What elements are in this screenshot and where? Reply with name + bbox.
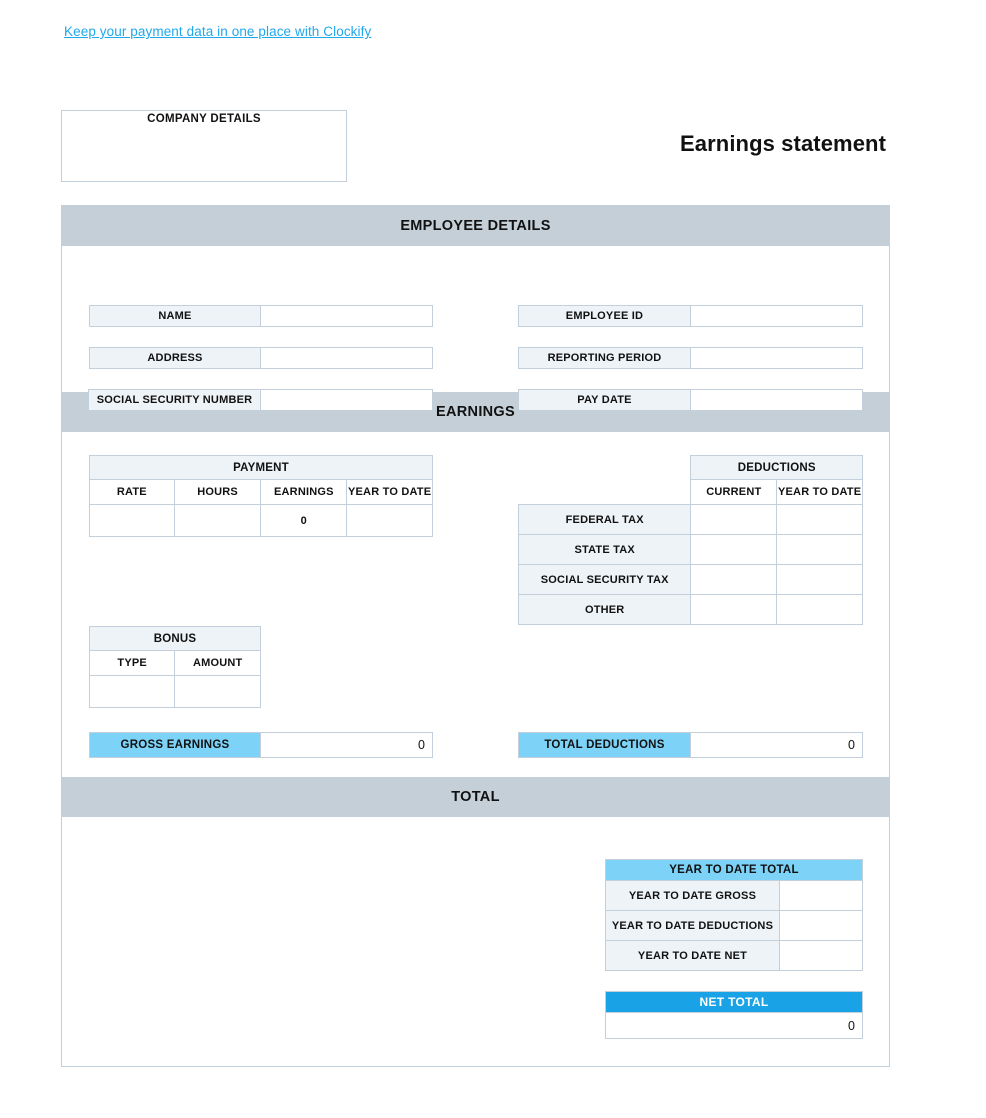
field-value-employee-id[interactable] (691, 305, 863, 327)
deductions-col-current: CURRENT (690, 479, 778, 505)
deductions-label-federal-tax: FEDERAL TAX (517, 504, 692, 535)
deductions-table-header-row: CURRENT YEAR TO DATE (519, 479, 863, 505)
payment-cell-year-to-date[interactable] (346, 504, 433, 537)
ytd-label-deductions: YEAR TO DATE DEDUCTIONS (605, 910, 780, 941)
deductions-ytd-other[interactable] (776, 594, 863, 625)
table-row[interactable]: OTHER (517, 594, 863, 625)
deductions-table: DEDUCTIONS CURRENT YEAR TO DATE FEDERAL … (517, 455, 863, 625)
payment-col-earnings: EARNINGS (260, 479, 348, 505)
net-total-table: NET TOTAL 0 (605, 991, 863, 1039)
deductions-ytd-federal-tax[interactable] (776, 504, 863, 535)
year-to-date-total-caption: YEAR TO DATE TOTAL (605, 859, 863, 881)
ytd-value-gross[interactable] (779, 880, 863, 911)
field-value-social-security-number[interactable] (261, 389, 433, 411)
ytd-label-net: YEAR TO DATE NET (605, 940, 780, 971)
table-row[interactable]: YEAR TO DATE NET (605, 940, 863, 971)
gross-earnings-row[interactable]: GROSS EARNINGS 0 (89, 732, 433, 758)
field-value-address[interactable] (261, 347, 433, 369)
deductions-current-social-security-tax[interactable] (690, 564, 778, 595)
ytd-value-net[interactable] (779, 940, 863, 971)
bonus-col-amount: AMOUNT (174, 650, 261, 676)
gross-earnings-label: GROSS EARNINGS (89, 732, 261, 758)
section-header-total: TOTAL (62, 777, 889, 817)
payment-table-caption: PAYMENT (89, 455, 433, 480)
deductions-current-state-tax[interactable] (690, 534, 778, 565)
field-label-name: NAME (89, 305, 261, 327)
deductions-label-state-tax: STATE TAX (517, 534, 692, 565)
field-row-employee-id[interactable]: EMPLOYEE ID (518, 305, 863, 327)
section-header-employee-details: EMPLOYEE DETAILS (62, 206, 889, 246)
payment-cell-earnings[interactable]: 0 (260, 504, 348, 537)
field-row-name[interactable]: NAME (89, 305, 433, 327)
deductions-label-social-security-tax: SOCIAL SECURITY TAX (517, 564, 692, 595)
payment-col-rate: RATE (89, 479, 175, 505)
field-value-pay-date[interactable] (691, 389, 863, 411)
ytd-label-gross: YEAR TO DATE GROSS (605, 880, 780, 911)
field-row-social-security-number[interactable]: SOCIAL SECURITY NUMBER (88, 389, 433, 411)
field-label-pay-date: PAY DATE (518, 389, 691, 411)
page-title: Earnings statement (680, 131, 886, 156)
bonus-col-type: TYPE (88, 650, 176, 676)
clockify-promo-link[interactable]: Keep your payment data in one place with… (64, 24, 371, 39)
payment-col-hours: HOURS (173, 479, 262, 505)
total-deductions-label: TOTAL DEDUCTIONS (518, 732, 691, 758)
bonus-table-header-row: TYPE AMOUNT (88, 650, 261, 676)
total-deductions-row[interactable]: TOTAL DEDUCTIONS 0 (518, 732, 863, 758)
bonus-cell-amount[interactable] (174, 675, 261, 708)
field-value-reporting-period[interactable] (691, 347, 863, 369)
field-row-pay-date[interactable]: PAY DATE (518, 389, 863, 411)
bonus-table-caption: BONUS (89, 626, 261, 651)
bonus-table: BONUS TYPE AMOUNT (88, 626, 261, 708)
field-label-social-security-number: SOCIAL SECURITY NUMBER (88, 389, 261, 411)
field-value-name[interactable] (261, 305, 433, 327)
deductions-col-year-to-date: YEAR TO DATE (776, 479, 863, 505)
company-details-label: COMPANY DETAILS (147, 113, 261, 125)
payment-cell-hours[interactable] (173, 504, 262, 537)
gross-earnings-value[interactable]: 0 (261, 732, 433, 758)
table-row[interactable]: YEAR TO DATE GROSS (605, 880, 863, 911)
earnings-statement-document: EMPLOYEE DETAILS NAME ADDRESS SOCIAL SEC… (61, 205, 890, 1067)
bonus-cell-type[interactable] (88, 675, 176, 708)
table-row[interactable]: YEAR TO DATE DEDUCTIONS (605, 910, 863, 941)
deductions-table-caption: DEDUCTIONS (690, 455, 863, 480)
deductions-ytd-state-tax[interactable] (776, 534, 863, 565)
payment-cell-rate[interactable] (89, 504, 175, 537)
deductions-spacer (519, 456, 691, 480)
ytd-value-deductions[interactable] (779, 910, 863, 941)
deductions-current-federal-tax[interactable] (690, 504, 778, 535)
table-row[interactable]: FEDERAL TAX (517, 504, 863, 535)
deductions-ytd-social-security-tax[interactable] (776, 564, 863, 595)
deductions-spacer-2 (519, 480, 691, 505)
field-label-reporting-period: REPORTING PERIOD (518, 347, 691, 369)
bonus-table-row[interactable] (88, 675, 261, 708)
total-deductions-value[interactable]: 0 (691, 732, 863, 758)
table-row[interactable]: STATE TAX (517, 534, 863, 565)
employee-details-body: NAME ADDRESS SOCIAL SECURITY NUMBER EMPL… (62, 246, 889, 411)
field-label-employee-id: EMPLOYEE ID (518, 305, 691, 327)
year-to-date-total-table: YEAR TO DATE TOTAL YEAR TO DATE GROSS YE… (605, 859, 863, 971)
field-row-reporting-period[interactable]: REPORTING PERIOD (518, 347, 863, 369)
net-total-caption: NET TOTAL (605, 991, 863, 1013)
table-row[interactable]: SOCIAL SECURITY TAX (517, 564, 863, 595)
deductions-label-other: OTHER (517, 594, 692, 625)
table-row[interactable]: 0 (605, 1012, 863, 1039)
payment-table-row[interactable]: 0 (89, 504, 433, 537)
field-row-address[interactable]: ADDRESS (89, 347, 433, 369)
total-body: YEAR TO DATE TOTAL YEAR TO DATE GROSS YE… (62, 817, 889, 1063)
earnings-body: PAYMENT RATE HOURS EARNINGS YEAR TO DATE… (62, 432, 889, 777)
field-label-address: ADDRESS (89, 347, 261, 369)
payment-table-header-row: RATE HOURS EARNINGS YEAR TO DATE (89, 479, 433, 505)
company-details-box[interactable]: COMPANY DETAILS (61, 110, 347, 182)
payment-table: PAYMENT RATE HOURS EARNINGS YEAR TO DATE… (89, 455, 433, 537)
net-total-value[interactable]: 0 (605, 1012, 863, 1039)
deductions-current-other[interactable] (690, 594, 778, 625)
payment-col-year-to-date: YEAR TO DATE (346, 479, 433, 505)
